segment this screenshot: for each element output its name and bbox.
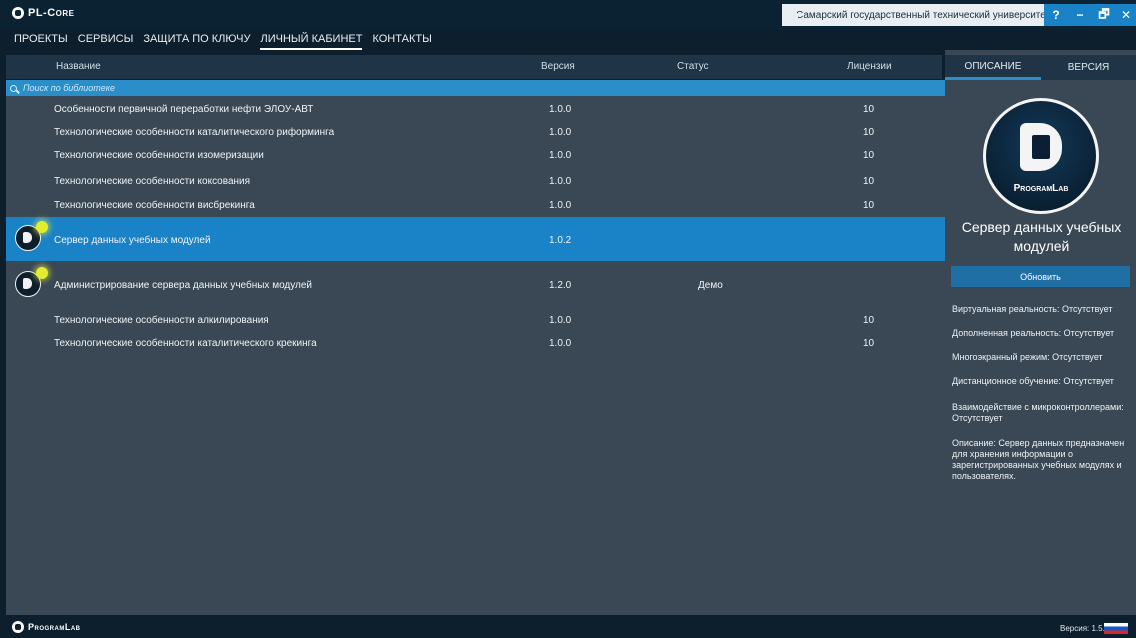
tab-description[interactable]: ОПИСАНИЕ bbox=[945, 55, 1041, 80]
university-name: Самарский государственный технический ун… bbox=[796, 9, 1051, 21]
russian-flag-icon[interactable] bbox=[1104, 623, 1128, 634]
update-button[interactable]: Обновить bbox=[951, 266, 1130, 287]
update-available-icon bbox=[36, 221, 48, 233]
row-version: 1.0.0 bbox=[549, 338, 572, 349]
row-licenses: 10 bbox=[863, 150, 875, 161]
row-licenses: 10 bbox=[863, 315, 875, 326]
module-title: Сервер данных учебных модулей bbox=[961, 219, 1122, 254]
row-licenses: 10 bbox=[863, 127, 875, 138]
info-ar: Дополненная реальность: Отсутствует bbox=[952, 328, 1115, 338]
nav-services[interactable]: СЕРВИСЫ bbox=[78, 29, 134, 50]
app-title: PL-Core bbox=[28, 7, 75, 19]
nav-projects[interactable]: ПРОЕКТЫ bbox=[14, 29, 68, 50]
nav-key-protection[interactable]: ЗАЩИТА ПО КЛЮЧУ bbox=[143, 29, 250, 50]
module-table: Особенности первичной переработки нефти … bbox=[6, 96, 945, 615]
column-name[interactable]: Название bbox=[56, 61, 101, 72]
table-row[interactable]: Технологические особенности висбрекинга … bbox=[6, 194, 945, 216]
app-version: Версия: 1.5.2 bbox=[1060, 624, 1110, 633]
row-name: Администрирование сервера данных учебных… bbox=[54, 280, 313, 291]
row-licenses: 10 bbox=[863, 176, 875, 187]
nav-contacts[interactable]: КОНТАКТЫ bbox=[372, 29, 431, 50]
programlab-logo-icon: ProgramLab bbox=[983, 98, 1099, 214]
column-version[interactable]: Версия bbox=[541, 61, 575, 72]
row-name: Сервер данных учебных модулей bbox=[54, 235, 211, 246]
app-logo: PL-Core bbox=[12, 7, 75, 19]
tab-version[interactable]: ВЕРСИЯ bbox=[1041, 55, 1136, 80]
footer-brand: ProgramLab bbox=[12, 621, 81, 633]
row-version: 1.0.0 bbox=[549, 315, 572, 326]
minimize-button[interactable]: − bbox=[1068, 4, 1092, 26]
row-name: Технологические особенности алкилировани… bbox=[54, 315, 269, 326]
row-version: 1.0.0 bbox=[549, 104, 572, 115]
row-licenses: 10 bbox=[863, 200, 875, 211]
details-panel: ОПИСАНИЕ ВЕРСИЯ ProgramLab Сервер данных… bbox=[945, 50, 1136, 615]
row-version: 1.0.2 bbox=[549, 235, 572, 246]
info-vr: Виртуальная реальность: Отсутствует bbox=[952, 304, 1113, 314]
row-name: Технологические особенности коксования bbox=[54, 176, 251, 187]
info-description: Описание: Сервер данных предназначен для… bbox=[952, 438, 1125, 481]
row-version: 1.0.0 bbox=[549, 176, 572, 187]
row-name: Технологические особенности изомеризации bbox=[54, 150, 264, 161]
row-name: Особенности первичной переработки нефти … bbox=[54, 104, 314, 115]
row-name: Технологические особенности каталитическ… bbox=[54, 127, 335, 138]
footer-brand-name: ProgramLab bbox=[28, 622, 81, 632]
details-tabs: ОПИСАНИЕ ВЕРСИЯ bbox=[945, 55, 1136, 80]
table-row[interactable]: Технологические особенности каталитическ… bbox=[6, 121, 945, 143]
row-version: 1.0.0 bbox=[549, 150, 572, 161]
programlab-small-logo-icon bbox=[12, 621, 24, 633]
row-version: 1.2.0 bbox=[549, 280, 572, 291]
search-input[interactable] bbox=[23, 83, 323, 93]
row-licenses: 10 bbox=[863, 104, 875, 115]
table-row[interactable]: Технологические особенности алкилировани… bbox=[6, 309, 945, 331]
update-available-icon bbox=[36, 267, 48, 279]
university-selector[interactable]: Самарский государственный технический ун… bbox=[782, 4, 1050, 26]
table-row[interactable]: Особенности первичной переработки нефти … bbox=[6, 98, 945, 120]
search-icon bbox=[10, 84, 17, 92]
nav-personal-account[interactable]: ЛИЧНЫЙ КАБИНЕТ bbox=[260, 29, 363, 50]
table-row[interactable]: Технологические особенности каталитическ… bbox=[6, 332, 945, 354]
table-row[interactable]: Технологические особенности коксования 1… bbox=[6, 170, 945, 192]
table-header: Название Версия Статус Лицензии bbox=[6, 55, 942, 79]
row-name: Технологические особенности каталитическ… bbox=[54, 338, 317, 349]
table-row[interactable]: Технологические особенности изомеризации… bbox=[6, 144, 945, 166]
maximize-button[interactable]: 🗗 bbox=[1092, 4, 1116, 26]
row-name: Технологические особенности висбрекинга bbox=[54, 200, 255, 211]
column-licenses[interactable]: Лицензии bbox=[847, 61, 892, 72]
info-remote-learning: Дистанционное обучение: Отсутствует bbox=[952, 376, 1114, 386]
footer: ProgramLab Версия: 1.5.2 bbox=[0, 615, 1136, 638]
search-bar bbox=[6, 80, 945, 96]
column-status[interactable]: Статус bbox=[677, 61, 709, 72]
table-row[interactable]: Администрирование сервера данных учебных… bbox=[6, 263, 945, 305]
title-bar: PL-Core Самарский государственный технич… bbox=[0, 0, 1136, 29]
help-button[interactable]: ? bbox=[1044, 4, 1068, 26]
row-version: 1.0.0 bbox=[549, 200, 572, 211]
info-multiscreen: Многоэкранный режим: Отсутствует bbox=[952, 352, 1103, 362]
pl-core-logo-icon bbox=[12, 7, 24, 19]
table-row-selected[interactable]: Сервер данных учебных модулей 1.0.2 bbox=[6, 217, 945, 261]
row-version: 1.0.0 bbox=[549, 127, 572, 138]
info-microcontrollers: Взаимодействие с микроконтроллерами: Отс… bbox=[952, 402, 1124, 423]
close-button[interactable]: ✕ bbox=[1116, 4, 1136, 26]
row-licenses: 10 bbox=[863, 338, 875, 349]
row-status: Демо bbox=[698, 280, 723, 291]
logo-text: ProgramLab bbox=[1013, 183, 1069, 194]
main-nav: ПРОЕКТЫ СЕРВИСЫ ЗАЩИТА ПО КЛЮЧУ ЛИЧНЫЙ К… bbox=[0, 29, 1136, 50]
